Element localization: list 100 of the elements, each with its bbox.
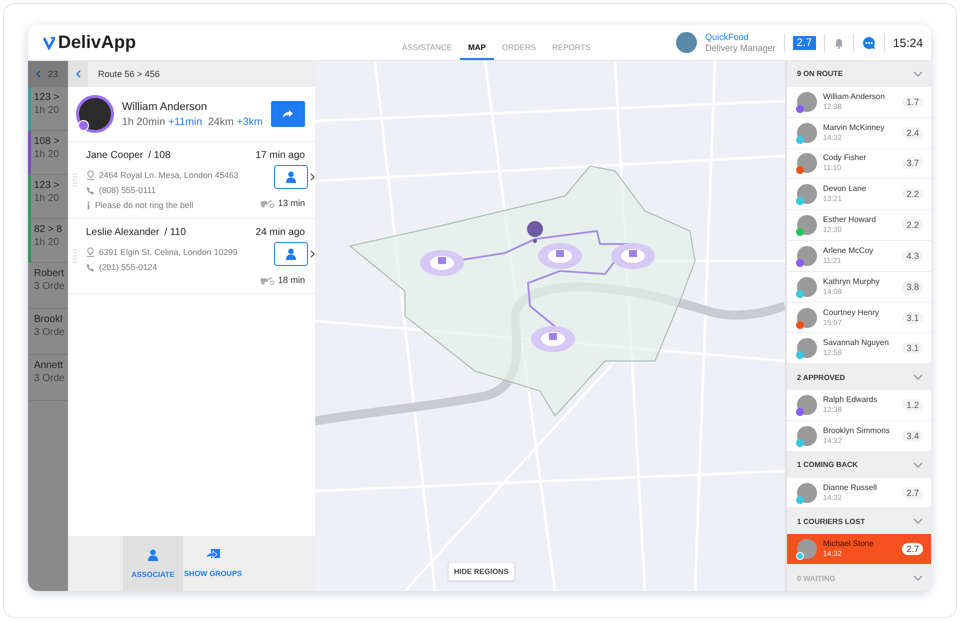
courier-rating: 2.7 <box>902 543 923 556</box>
assign-courier-button[interactable] <box>274 165 308 189</box>
person-icon <box>285 171 297 183</box>
location-pin-icon <box>86 247 95 257</box>
drag-handle-icon[interactable] <box>73 173 77 187</box>
group-arrow-icon <box>206 549 220 560</box>
route-title: 82 > 8 <box>34 224 64 235</box>
courier-name: Brooklyn Simmons <box>823 426 891 436</box>
courier-avatar <box>797 92 817 112</box>
courier-rating: 2.7 <box>902 486 923 499</box>
courier-rating: 2.2 <box>902 219 923 232</box>
courier-avatar <box>797 395 817 416</box>
courier-name: Savannah Nguyen <box>823 338 890 348</box>
chevron-right-icon[interactable] <box>310 173 315 181</box>
logo-icon <box>42 36 56 50</box>
order-age: 17 min ago <box>256 150 305 161</box>
customer-name: Jane Cooper <box>86 150 144 161</box>
phone-icon <box>86 186 95 194</box>
customer-name: Leslie Alexander <box>86 227 160 238</box>
courier-avatar <box>797 426 817 446</box>
route-subtitle: 3 Orde <box>34 373 66 384</box>
location-pin-icon <box>86 170 95 180</box>
route-subtitle: 1h 20 <box>34 149 60 160</box>
courier-rating: 2.4 <box>902 126 923 139</box>
courier-rating: 3.4 <box>902 430 923 442</box>
courier-avatar <box>797 338 817 358</box>
route-distance: 24km <box>207 116 234 128</box>
back-button[interactable] <box>68 61 88 87</box>
back-chevron-icon <box>76 70 80 78</box>
order-number: / 110 <box>164 227 186 238</box>
scooter-icon <box>260 198 275 208</box>
company-name: QuickFood <box>705 32 750 42</box>
route-subtitle: 3 Orde <box>34 281 66 292</box>
courier-rating: 4.3 <box>902 250 923 262</box>
chat-icon[interactable] <box>862 36 876 50</box>
courier-name: Ralph Edwards <box>823 395 878 406</box>
courier-name: Arlene McCoy <box>823 246 874 256</box>
courier-name: Dianne Russell <box>823 482 878 493</box>
courier-name: Marvin McKinney <box>823 122 886 133</box>
courier-rating: 1.2 <box>902 399 923 412</box>
chevron-down-icon[interactable] <box>913 462 923 468</box>
courier-avatar <box>797 153 817 174</box>
courier-name: William Anderson <box>823 92 886 102</box>
courier-avatar <box>797 539 817 560</box>
scooter-icon <box>260 276 275 284</box>
route-title: Robert <box>34 268 66 279</box>
chevron-down-icon[interactable] <box>913 518 923 524</box>
route-title: 123 > <box>34 180 60 191</box>
delivery-eta: 13 min <box>278 198 305 208</box>
person-icon <box>285 248 297 260</box>
courier-name: Kathryn Murphy <box>823 276 880 287</box>
courier-rating: 1.7 <box>902 96 923 108</box>
route-duration: 1h 20min <box>122 116 166 128</box>
courier-rating: 2.2 <box>902 188 923 200</box>
drag-handle-icon[interactable] <box>73 249 77 263</box>
courier-avatar <box>797 276 817 297</box>
bell-icon[interactable] <box>832 36 845 48</box>
customer-phone: (201) 555-0124 <box>99 262 158 272</box>
courier-name: Devon Lane <box>823 184 868 194</box>
courier-avatar <box>76 95 114 133</box>
rating-badge: 2.7 <box>792 36 816 50</box>
courier-rating: 3.1 <box>902 312 923 324</box>
route-title: Annett <box>34 360 64 371</box>
order-age: 24 min ago <box>256 227 305 238</box>
share-button[interactable] <box>270 101 305 127</box>
route-title: Brookl <box>34 314 64 325</box>
courier-rating: 3.1 <box>902 342 923 354</box>
courier-rating: 3.7 <box>902 157 923 170</box>
chevron-down-icon[interactable] <box>913 374 923 380</box>
chevron-down-icon[interactable] <box>913 70 923 77</box>
chevron-right-icon[interactable] <box>310 250 315 258</box>
route-subtitle: 3 Orde <box>34 327 66 338</box>
courier-name: Esther Howard <box>823 215 877 226</box>
route-subtitle: 1h 20 <box>34 237 60 248</box>
person-icon <box>147 548 159 560</box>
customer-address: 6391 Elgin St. Celina, London 10299 <box>99 247 238 257</box>
route-breadcrumb: Route 56 > 456 <box>98 69 160 79</box>
back-chevron-icon[interactable] <box>36 70 40 78</box>
delivery-note: Please do not ring the bell <box>95 200 194 210</box>
courier-name: Courtney Henry <box>823 308 880 318</box>
delivery-eta: 18 min <box>278 275 305 285</box>
duration-delta: +11min <box>168 116 202 128</box>
order-number: / 108 <box>148 150 171 161</box>
courier-name: Cody Fisher <box>823 153 868 164</box>
courier-avatar <box>797 122 817 143</box>
courier-name: Michael Stone <box>823 539 875 550</box>
route-tab-label: 23 <box>48 69 58 79</box>
chevron-down-icon[interactable] <box>913 575 923 582</box>
info-icon <box>86 200 91 210</box>
courier-avatar <box>797 215 817 236</box>
route-title: 123 > <box>34 92 60 103</box>
courier-avatar <box>797 184 817 204</box>
share-arrow-icon <box>282 109 294 119</box>
assign-courier-button[interactable] <box>274 242 308 266</box>
phone-icon <box>86 262 95 272</box>
user-role: Delivery Manager <box>705 42 776 54</box>
courier-avatar <box>797 482 817 503</box>
app-logo: DelivApp <box>58 32 136 53</box>
customer-phone: (808) 555-0111 <box>99 185 156 195</box>
distance-delta: +3km <box>236 116 263 128</box>
